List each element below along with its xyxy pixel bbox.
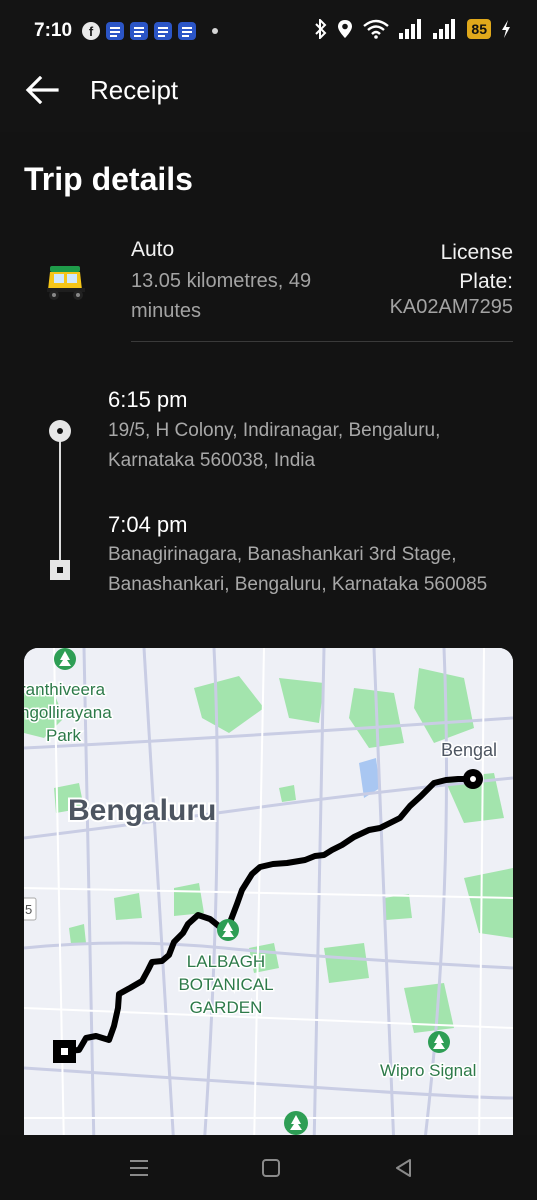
poi-icon [284,1111,308,1135]
city-edge-label: Bengal [441,740,497,760]
signal-poi-icon [428,1031,450,1053]
pickup-address: 19/5, H Colony, Indiranagar, Bengaluru, … [108,420,441,471]
vehicle-type: Auto [131,238,175,261]
recents-button[interactable] [125,1155,153,1181]
more-notifications-dot [212,28,218,34]
status-bar: 7:10 f 85 [0,0,537,62]
docs-icon [178,22,196,40]
dropoff-marker-icon [50,560,70,580]
route-map[interactable]: 5 ranthiveera ngollirayana Park Bengaluru … [24,648,513,1135]
signal-icon [433,19,456,39]
docs-icon [154,22,172,40]
divider [131,341,513,342]
back-triangle-icon [396,1159,411,1177]
system-nav-bar [0,1135,537,1200]
system-back-button[interactable] [390,1155,418,1181]
pickup-marker-icon [49,420,71,442]
license-plate-label: License Plate: [440,241,513,293]
auto-rickshaw-icon [47,266,85,300]
dropoff-time: 7:04 pm [108,512,188,537]
docs-icon [130,22,148,40]
pickup-time: 6:15 pm [108,387,188,412]
route-timeline-line [59,432,61,568]
arrow-left-icon [25,76,59,104]
menu-icon [130,1160,148,1176]
road-number: 5 [25,902,32,917]
dropoff-address: Banagirinagara, Banashankari 3rd Stage, … [108,544,488,595]
system-icons: 85 [315,19,511,39]
trip-details-heading: Trip details [24,161,193,197]
receipt-content[interactable]: Trip details Auto 13.05 kilometres, 49 m… [0,132,537,1135]
back-button[interactable] [22,72,62,108]
docs-icon [106,22,124,40]
notification-icons: f [82,22,218,40]
park-poi-icon [54,648,76,670]
bluetooth-icon [315,19,327,39]
wifi-icon [363,19,390,39]
map-canvas: 5 ranthiveera ngollirayana Park Bengaluru … [24,648,513,1135]
signal-label: Wipro Signal [380,1061,476,1080]
page-title: Receipt [90,75,179,105]
trip-distance-duration: 13.05 kilometres, 49 minutes [131,270,312,322]
garden-poi-icon [217,919,239,941]
status-time: 7:10 [34,20,73,41]
facebook-icon: f [82,22,100,40]
home-button[interactable] [257,1155,285,1181]
app-bar: Receipt [0,62,537,132]
location-icon [338,20,353,38]
city-label: Bengaluru [68,794,216,827]
license-plate-value: KA02AM7295 [389,296,513,318]
signal-icon [399,19,422,39]
garden-label: LALBAGH BOTANICAL GARDEN [178,952,273,1017]
charging-icon [502,20,510,38]
battery-level: 85 [467,19,491,39]
home-square-icon [262,1159,280,1177]
